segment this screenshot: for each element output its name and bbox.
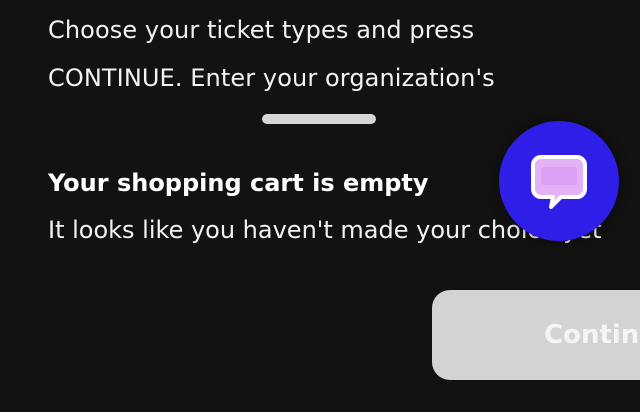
empty-cart-title: Your shopping cart is empty <box>48 169 429 197</box>
drag-handle[interactable] <box>262 114 376 124</box>
continue-button[interactable]: Continue <box>432 290 640 380</box>
checkout-panel: Choose your ticket types and press CONTI… <box>0 0 640 412</box>
instructions-text: Choose your ticket types and press CONTI… <box>48 6 568 102</box>
chat-bubble-icon <box>531 155 587 209</box>
chat-button[interactable] <box>499 121 619 241</box>
instructions-line-1: Choose your ticket types and press <box>48 16 475 44</box>
instructions-line-2: CONTINUE. Enter your organization's <box>48 64 495 92</box>
